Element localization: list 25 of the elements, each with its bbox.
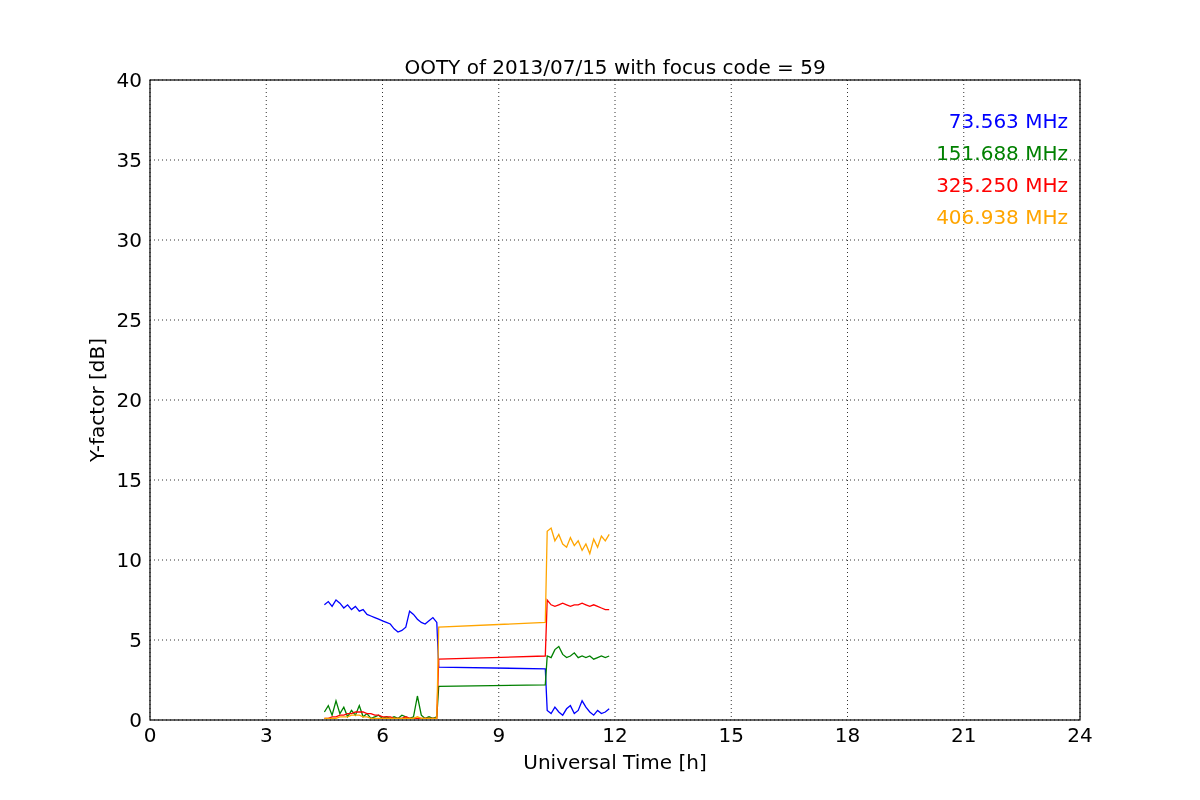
tick-label: 6	[376, 723, 389, 747]
chart-title: OOTY of 2013/07/15 with focus code = 59	[404, 55, 826, 79]
tick-label: 25	[116, 308, 142, 332]
tick-label: 35	[116, 148, 142, 172]
legend-entry: 151.688 MHz	[936, 141, 1068, 165]
tick-label: 40	[116, 68, 142, 92]
y-axis-label: Y-factor [dB]	[85, 338, 109, 462]
x-axis-label: Universal Time [h]	[523, 750, 707, 774]
tick-label: 15	[718, 723, 744, 747]
tick-label: 0	[129, 708, 142, 732]
tick-label: 24	[1067, 723, 1093, 747]
tick-label: 12	[602, 723, 628, 747]
tick-label: 30	[116, 228, 142, 252]
tick-label: 0	[143, 723, 157, 747]
tick-label: 20	[116, 388, 142, 412]
legend-entry: 325.250 MHz	[936, 173, 1068, 197]
tick-label: 18	[834, 723, 861, 747]
legend-entry: 73.563 MHz	[948, 109, 1068, 133]
tick-label: 21	[951, 723, 977, 747]
tick-label: 3	[259, 723, 273, 747]
legend-entry: 406.938 MHz	[936, 205, 1068, 229]
tick-label: 10	[116, 548, 142, 572]
tick-label: 9	[492, 723, 506, 747]
tick-label: 15	[116, 468, 142, 492]
tick-label: 5	[129, 628, 142, 652]
